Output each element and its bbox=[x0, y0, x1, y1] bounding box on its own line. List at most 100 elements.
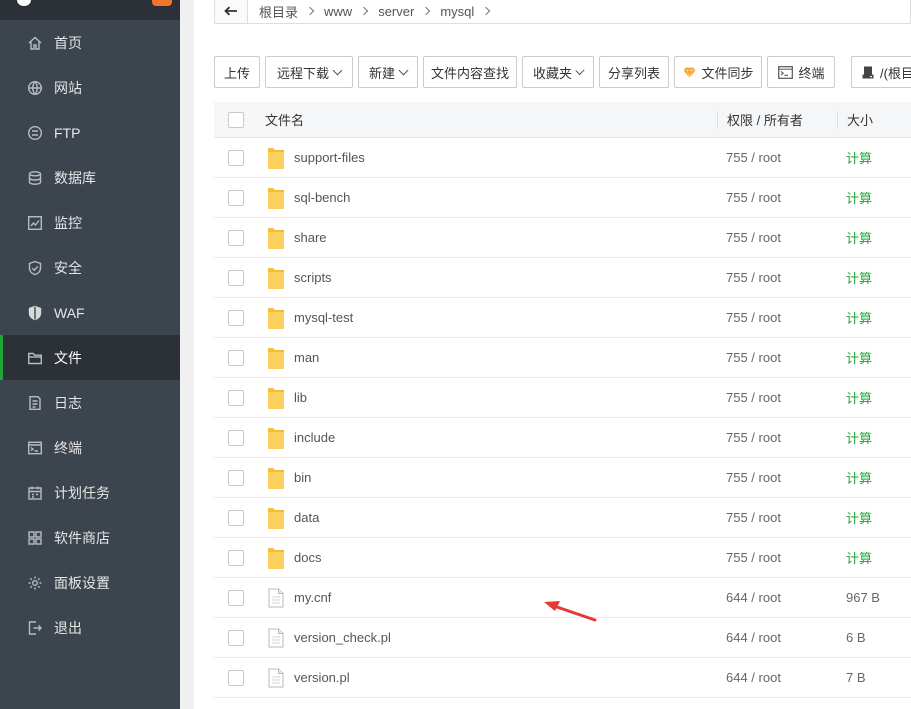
file-permission[interactable]: 755 / root bbox=[726, 378, 781, 417]
file-permission[interactable]: 644 / root bbox=[726, 618, 781, 657]
file-name[interactable]: bin bbox=[294, 470, 311, 485]
calculate-size-link[interactable]: 计算 bbox=[846, 228, 872, 247]
table-row[interactable]: version.pl 644 / root 7 B bbox=[214, 658, 911, 698]
table-row[interactable]: share 755 / root 计算 bbox=[214, 218, 911, 258]
row-checkbox[interactable] bbox=[228, 310, 244, 326]
row-checkbox[interactable] bbox=[228, 230, 244, 246]
file-name[interactable]: docs bbox=[294, 550, 321, 565]
notification-badge[interactable] bbox=[152, 0, 172, 6]
upload-button[interactable]: 上传 bbox=[214, 56, 260, 88]
table-row[interactable]: docs 755 / root 计算 bbox=[214, 538, 911, 578]
row-checkbox[interactable] bbox=[228, 150, 244, 166]
table-row[interactable]: bin 755 / root 计算 bbox=[214, 458, 911, 498]
table-row[interactable]: mysql-test 755 / root 计算 bbox=[214, 298, 911, 338]
folder-icon bbox=[266, 306, 286, 330]
table-row[interactable]: support-files 755 / root 计算 bbox=[214, 138, 911, 178]
file-name[interactable]: sql-bench bbox=[294, 190, 350, 205]
file-permission[interactable]: 755 / root bbox=[726, 458, 781, 497]
row-checkbox[interactable] bbox=[228, 470, 244, 486]
file-permission[interactable]: 755 / root bbox=[726, 218, 781, 257]
file-name[interactable]: version.pl bbox=[294, 670, 350, 685]
calculate-size-link[interactable]: 计算 bbox=[846, 148, 872, 167]
sidebar-item-home[interactable]: 首页 bbox=[0, 20, 180, 65]
sidebar-item-gear[interactable]: 面板设置 bbox=[0, 560, 180, 605]
back-button[interactable] bbox=[214, 0, 248, 24]
row-checkbox[interactable] bbox=[228, 190, 244, 206]
calculate-size-link[interactable]: 计算 bbox=[846, 508, 872, 527]
sidebar-item-database[interactable]: 数据库 bbox=[0, 155, 180, 200]
sidebar-item-folder[interactable]: 文件 bbox=[0, 335, 180, 380]
table-row[interactable]: scripts 755 / root 计算 bbox=[214, 258, 911, 298]
content-search-button[interactable]: 文件内容查找 bbox=[423, 56, 517, 88]
calculate-size-link[interactable]: 计算 bbox=[846, 388, 872, 407]
table-row[interactable]: man 755 / root 计算 bbox=[214, 338, 911, 378]
file-name[interactable]: lib bbox=[294, 390, 307, 405]
file-permission[interactable]: 755 / root bbox=[726, 258, 781, 297]
sidebar-item-grid[interactable]: 软件商店 bbox=[0, 515, 180, 560]
sidebar-item-globe[interactable]: 网站 bbox=[0, 65, 180, 110]
file-permission[interactable]: 755 / root bbox=[726, 338, 781, 377]
sidebar-item-monitor[interactable]: 监控 bbox=[0, 200, 180, 245]
sidebar-item-log[interactable]: 日志 bbox=[0, 380, 180, 425]
file-permission[interactable]: 644 / root bbox=[726, 578, 781, 617]
row-checkbox[interactable] bbox=[228, 590, 244, 606]
table-row[interactable]: lib 755 / root 计算 bbox=[214, 378, 911, 418]
sidebar-item-terminal[interactable]: 终端 bbox=[0, 425, 180, 470]
table-row[interactable]: include 755 / root 计算 bbox=[214, 418, 911, 458]
calculate-size-link[interactable]: 计算 bbox=[846, 188, 872, 207]
file-name[interactable]: mysql-test bbox=[294, 310, 353, 325]
sidebar-item-ftp[interactable]: FTP bbox=[0, 110, 180, 155]
breadcrumb-item[interactable]: 根目录 bbox=[259, 2, 298, 21]
row-checkbox[interactable] bbox=[228, 270, 244, 286]
header-name[interactable]: 文件名 bbox=[265, 102, 304, 137]
share-list-button[interactable]: 分享列表 bbox=[599, 56, 669, 88]
file-permission[interactable]: 644 / root bbox=[726, 658, 781, 697]
disk-button[interactable]: /(根目 bbox=[851, 56, 911, 88]
row-checkbox[interactable] bbox=[228, 630, 244, 646]
file-name[interactable]: support-files bbox=[294, 150, 365, 165]
select-all-checkbox[interactable] bbox=[228, 112, 244, 128]
new-button[interactable]: 新建 bbox=[358, 56, 418, 88]
table-row[interactable]: sql-bench 755 / root 计算 bbox=[214, 178, 911, 218]
file-name[interactable]: data bbox=[294, 510, 319, 525]
file-name[interactable]: my.cnf bbox=[294, 590, 331, 605]
sidebar-item-shield-check[interactable]: 安全 bbox=[0, 245, 180, 290]
file-name[interactable]: version_check.pl bbox=[294, 630, 391, 645]
file-permission[interactable]: 755 / root bbox=[726, 498, 781, 537]
row-checkbox[interactable] bbox=[228, 550, 244, 566]
sidebar-item-waf-shield[interactable]: WAF bbox=[0, 290, 180, 335]
row-checkbox[interactable] bbox=[228, 510, 244, 526]
remote-download-button[interactable]: 远程下载 bbox=[265, 56, 353, 88]
header-perm[interactable]: 权限 / 所有者 bbox=[727, 102, 803, 137]
file-permission[interactable]: 755 / root bbox=[726, 418, 781, 457]
file-permission[interactable]: 755 / root bbox=[726, 178, 781, 217]
row-checkbox[interactable] bbox=[228, 430, 244, 446]
calculate-size-link[interactable]: 计算 bbox=[846, 348, 872, 367]
breadcrumb-item[interactable]: www bbox=[324, 4, 352, 19]
main-area: 根目录 www server mysql 上传 远程下载 新建 文件内容查找 收藏夹 … bbox=[180, 0, 911, 709]
calculate-size-link[interactable]: 计算 bbox=[846, 308, 872, 327]
breadcrumb-item[interactable]: mysql bbox=[440, 4, 474, 19]
sidebar-item-logout[interactable]: 退出 bbox=[0, 605, 180, 650]
calculate-size-link[interactable]: 计算 bbox=[846, 548, 872, 567]
file-name[interactable]: share bbox=[294, 230, 327, 245]
file-name[interactable]: scripts bbox=[294, 270, 332, 285]
calculate-size-link[interactable]: 计算 bbox=[846, 428, 872, 447]
row-checkbox[interactable] bbox=[228, 350, 244, 366]
file-permission[interactable]: 755 / root bbox=[726, 138, 781, 177]
table-row[interactable]: data 755 / root 计算 bbox=[214, 498, 911, 538]
header-size[interactable]: 大小 bbox=[847, 102, 873, 137]
terminal-button[interactable]: 终端 bbox=[767, 56, 835, 88]
file-permission[interactable]: 755 / root bbox=[726, 298, 781, 337]
calculate-size-link[interactable]: 计算 bbox=[846, 468, 872, 487]
sidebar-item-calendar[interactable]: 计划任务 bbox=[0, 470, 180, 515]
calculate-size-link[interactable]: 计算 bbox=[846, 268, 872, 287]
file-permission[interactable]: 755 / root bbox=[726, 538, 781, 577]
favorites-button[interactable]: 收藏夹 bbox=[522, 56, 594, 88]
breadcrumb-item[interactable]: server bbox=[378, 4, 414, 19]
file-name[interactable]: include bbox=[294, 430, 335, 445]
row-checkbox[interactable] bbox=[228, 390, 244, 406]
row-checkbox[interactable] bbox=[228, 670, 244, 686]
file-sync-button[interactable]: 文件同步 bbox=[674, 56, 762, 88]
file-name[interactable]: man bbox=[294, 350, 319, 365]
